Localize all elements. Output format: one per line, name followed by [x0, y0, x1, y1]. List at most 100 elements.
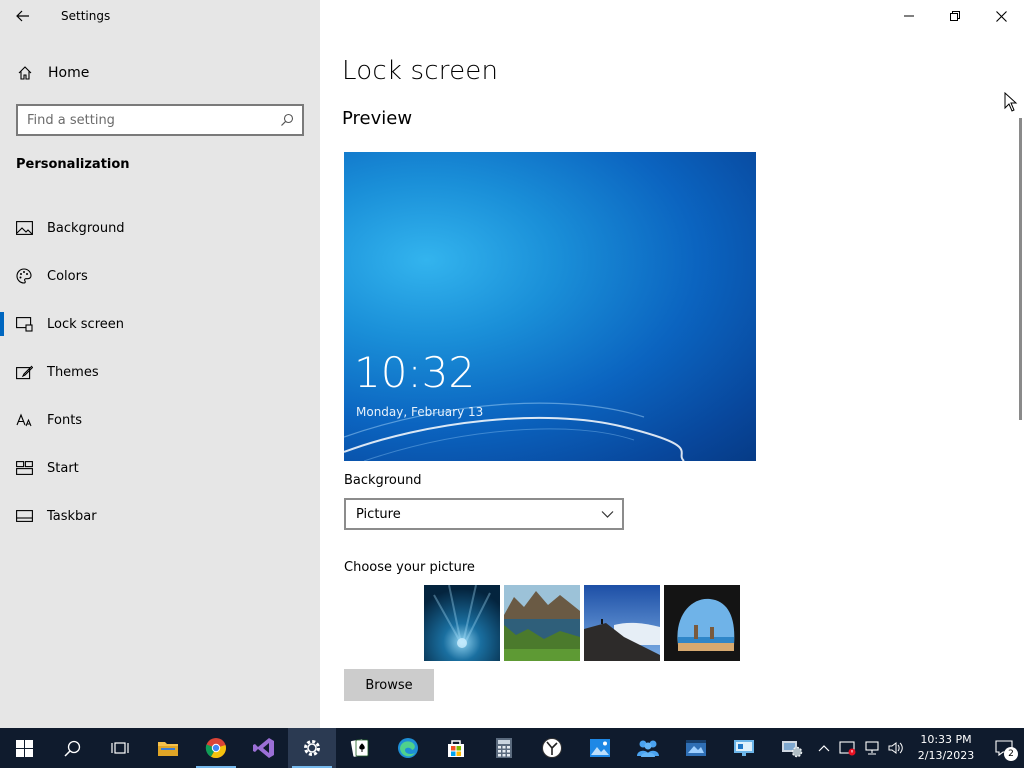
- preview-clock: 10:32: [354, 348, 476, 397]
- clock-icon: [542, 738, 562, 758]
- page-title: Lock screen: [342, 56, 499, 86]
- sidebar-nav: Background Colors Lock screen Themes Fon…: [0, 204, 320, 540]
- minimize-icon: [904, 15, 914, 17]
- sidebar-item-colors[interactable]: Colors: [0, 252, 320, 300]
- settings-button[interactable]: [288, 728, 336, 768]
- start-icon: [15, 459, 33, 477]
- chevron-down-icon: [601, 511, 614, 518]
- task-view-icon: [111, 742, 129, 754]
- security-alert-icon: [839, 741, 856, 756]
- volume-button[interactable]: [884, 728, 908, 768]
- lock-screen-preview: 10:32 Monday, February 13: [344, 152, 756, 461]
- browse-button[interactable]: Browse: [344, 669, 434, 701]
- home-icon: [16, 64, 34, 82]
- sidebar-item-label: Taskbar: [47, 508, 97, 524]
- remote-desktop-button[interactable]: [720, 728, 768, 768]
- minimize-button[interactable]: [886, 0, 932, 32]
- control-panel-button[interactable]: [768, 728, 816, 768]
- picture-thumbnail-lake[interactable]: [504, 585, 580, 661]
- video-editor-button[interactable]: [672, 728, 720, 768]
- title-bar: Settings: [0, 0, 320, 32]
- taskbar-clock[interactable]: 10:33 PM 2/13/2023: [908, 732, 984, 764]
- sidebar-item-label: Start: [47, 460, 79, 476]
- task-view-button[interactable]: [96, 728, 144, 768]
- visual-studio-icon: [253, 738, 274, 758]
- taskbar-date: 2/13/2023: [917, 749, 975, 762]
- edge-button[interactable]: [384, 728, 432, 768]
- sidebar-item-label: Colors: [47, 268, 88, 284]
- themes-icon: [15, 363, 33, 381]
- picture-thumbnail-cave-beach[interactable]: [664, 585, 740, 661]
- sidebar-item-label: Themes: [47, 364, 99, 380]
- preview-date: Monday, February 13: [356, 405, 484, 419]
- home-label: Home: [48, 65, 90, 81]
- sidebar-item-label: Background: [47, 220, 125, 236]
- scrollbar[interactable]: [1019, 118, 1022, 420]
- picture-thumbnail-underwater[interactable]: [424, 585, 500, 661]
- sidebar-item-background[interactable]: Background: [0, 204, 320, 252]
- folder-icon: [158, 742, 178, 756]
- sidebar-item-label: Lock screen: [47, 316, 124, 332]
- sidebar-item-taskbar[interactable]: Taskbar: [0, 492, 320, 540]
- notification-count-badge: 2: [1004, 747, 1018, 761]
- section-title: Personalization: [16, 157, 130, 172]
- security-tray-button[interactable]: [836, 728, 860, 768]
- preview-heading: Preview: [342, 108, 413, 129]
- control-panel-icon: [782, 741, 803, 758]
- calculator-icon: [496, 738, 512, 758]
- lock-screen-icon: [15, 315, 33, 333]
- background-label: Background: [344, 473, 422, 488]
- taskbar: 10:33 PM 2/13/2023 2: [0, 728, 1024, 768]
- search-input[interactable]: [18, 112, 268, 128]
- sidebar-item-fonts[interactable]: Fonts: [0, 396, 320, 444]
- chrome-button[interactable]: [192, 728, 240, 768]
- film-icon: [686, 740, 706, 756]
- chrome-icon: [205, 738, 226, 759]
- picture-thumbnails: [424, 585, 740, 661]
- sidebar-item-lock-screen[interactable]: Lock screen: [0, 300, 320, 348]
- search-box[interactable]: [16, 104, 304, 136]
- picture-icon: [15, 219, 33, 237]
- gear-icon: [304, 740, 320, 756]
- search-icon: [63, 740, 80, 757]
- close-icon: [995, 10, 1007, 22]
- sidebar-item-home[interactable]: Home: [0, 56, 320, 90]
- alarms-clock-button[interactable]: [528, 728, 576, 768]
- action-center-button[interactable]: 2: [984, 728, 1024, 768]
- people-icon: [637, 740, 659, 757]
- sidebar: Settings Home Personalization Background…: [0, 0, 320, 728]
- store-button[interactable]: [432, 728, 480, 768]
- app-title: Settings: [61, 9, 111, 23]
- background-dropdown[interactable]: Picture: [344, 498, 624, 530]
- solitaire-button[interactable]: [336, 728, 384, 768]
- sidebar-item-label: Fonts: [47, 412, 83, 428]
- network-icon: [865, 741, 879, 755]
- start-button[interactable]: [0, 728, 48, 768]
- background-dropdown-value: Picture: [356, 506, 401, 522]
- remote-desktop-icon: [734, 740, 754, 756]
- network-button[interactable]: [860, 728, 884, 768]
- calculator-button[interactable]: [480, 728, 528, 768]
- windows-logo-icon: [15, 739, 33, 757]
- palette-icon: [15, 267, 33, 285]
- close-button[interactable]: [978, 0, 1024, 32]
- mouse-cursor-icon: [1004, 92, 1018, 112]
- restore-button[interactable]: [932, 0, 978, 32]
- people-button[interactable]: [624, 728, 672, 768]
- photos-button[interactable]: [576, 728, 624, 768]
- system-tray: 10:33 PM 2/13/2023 2: [812, 728, 1024, 768]
- visual-studio-button[interactable]: [240, 728, 288, 768]
- back-button[interactable]: [0, 0, 46, 32]
- taskbar-time: 10:33 PM: [920, 733, 972, 746]
- taskbar-search-button[interactable]: [48, 728, 96, 768]
- sidebar-item-start[interactable]: Start: [0, 444, 320, 492]
- cards-icon: [350, 739, 369, 757]
- picture-thumbnail-mountain[interactable]: [584, 585, 660, 661]
- sidebar-item-themes[interactable]: Themes: [0, 348, 320, 396]
- show-hidden-icons-button[interactable]: [812, 728, 836, 768]
- speaker-icon: [888, 742, 903, 754]
- restore-icon: [950, 11, 960, 21]
- photos-icon: [590, 739, 610, 757]
- store-icon: [448, 740, 464, 757]
- file-explorer-button[interactable]: [144, 728, 192, 768]
